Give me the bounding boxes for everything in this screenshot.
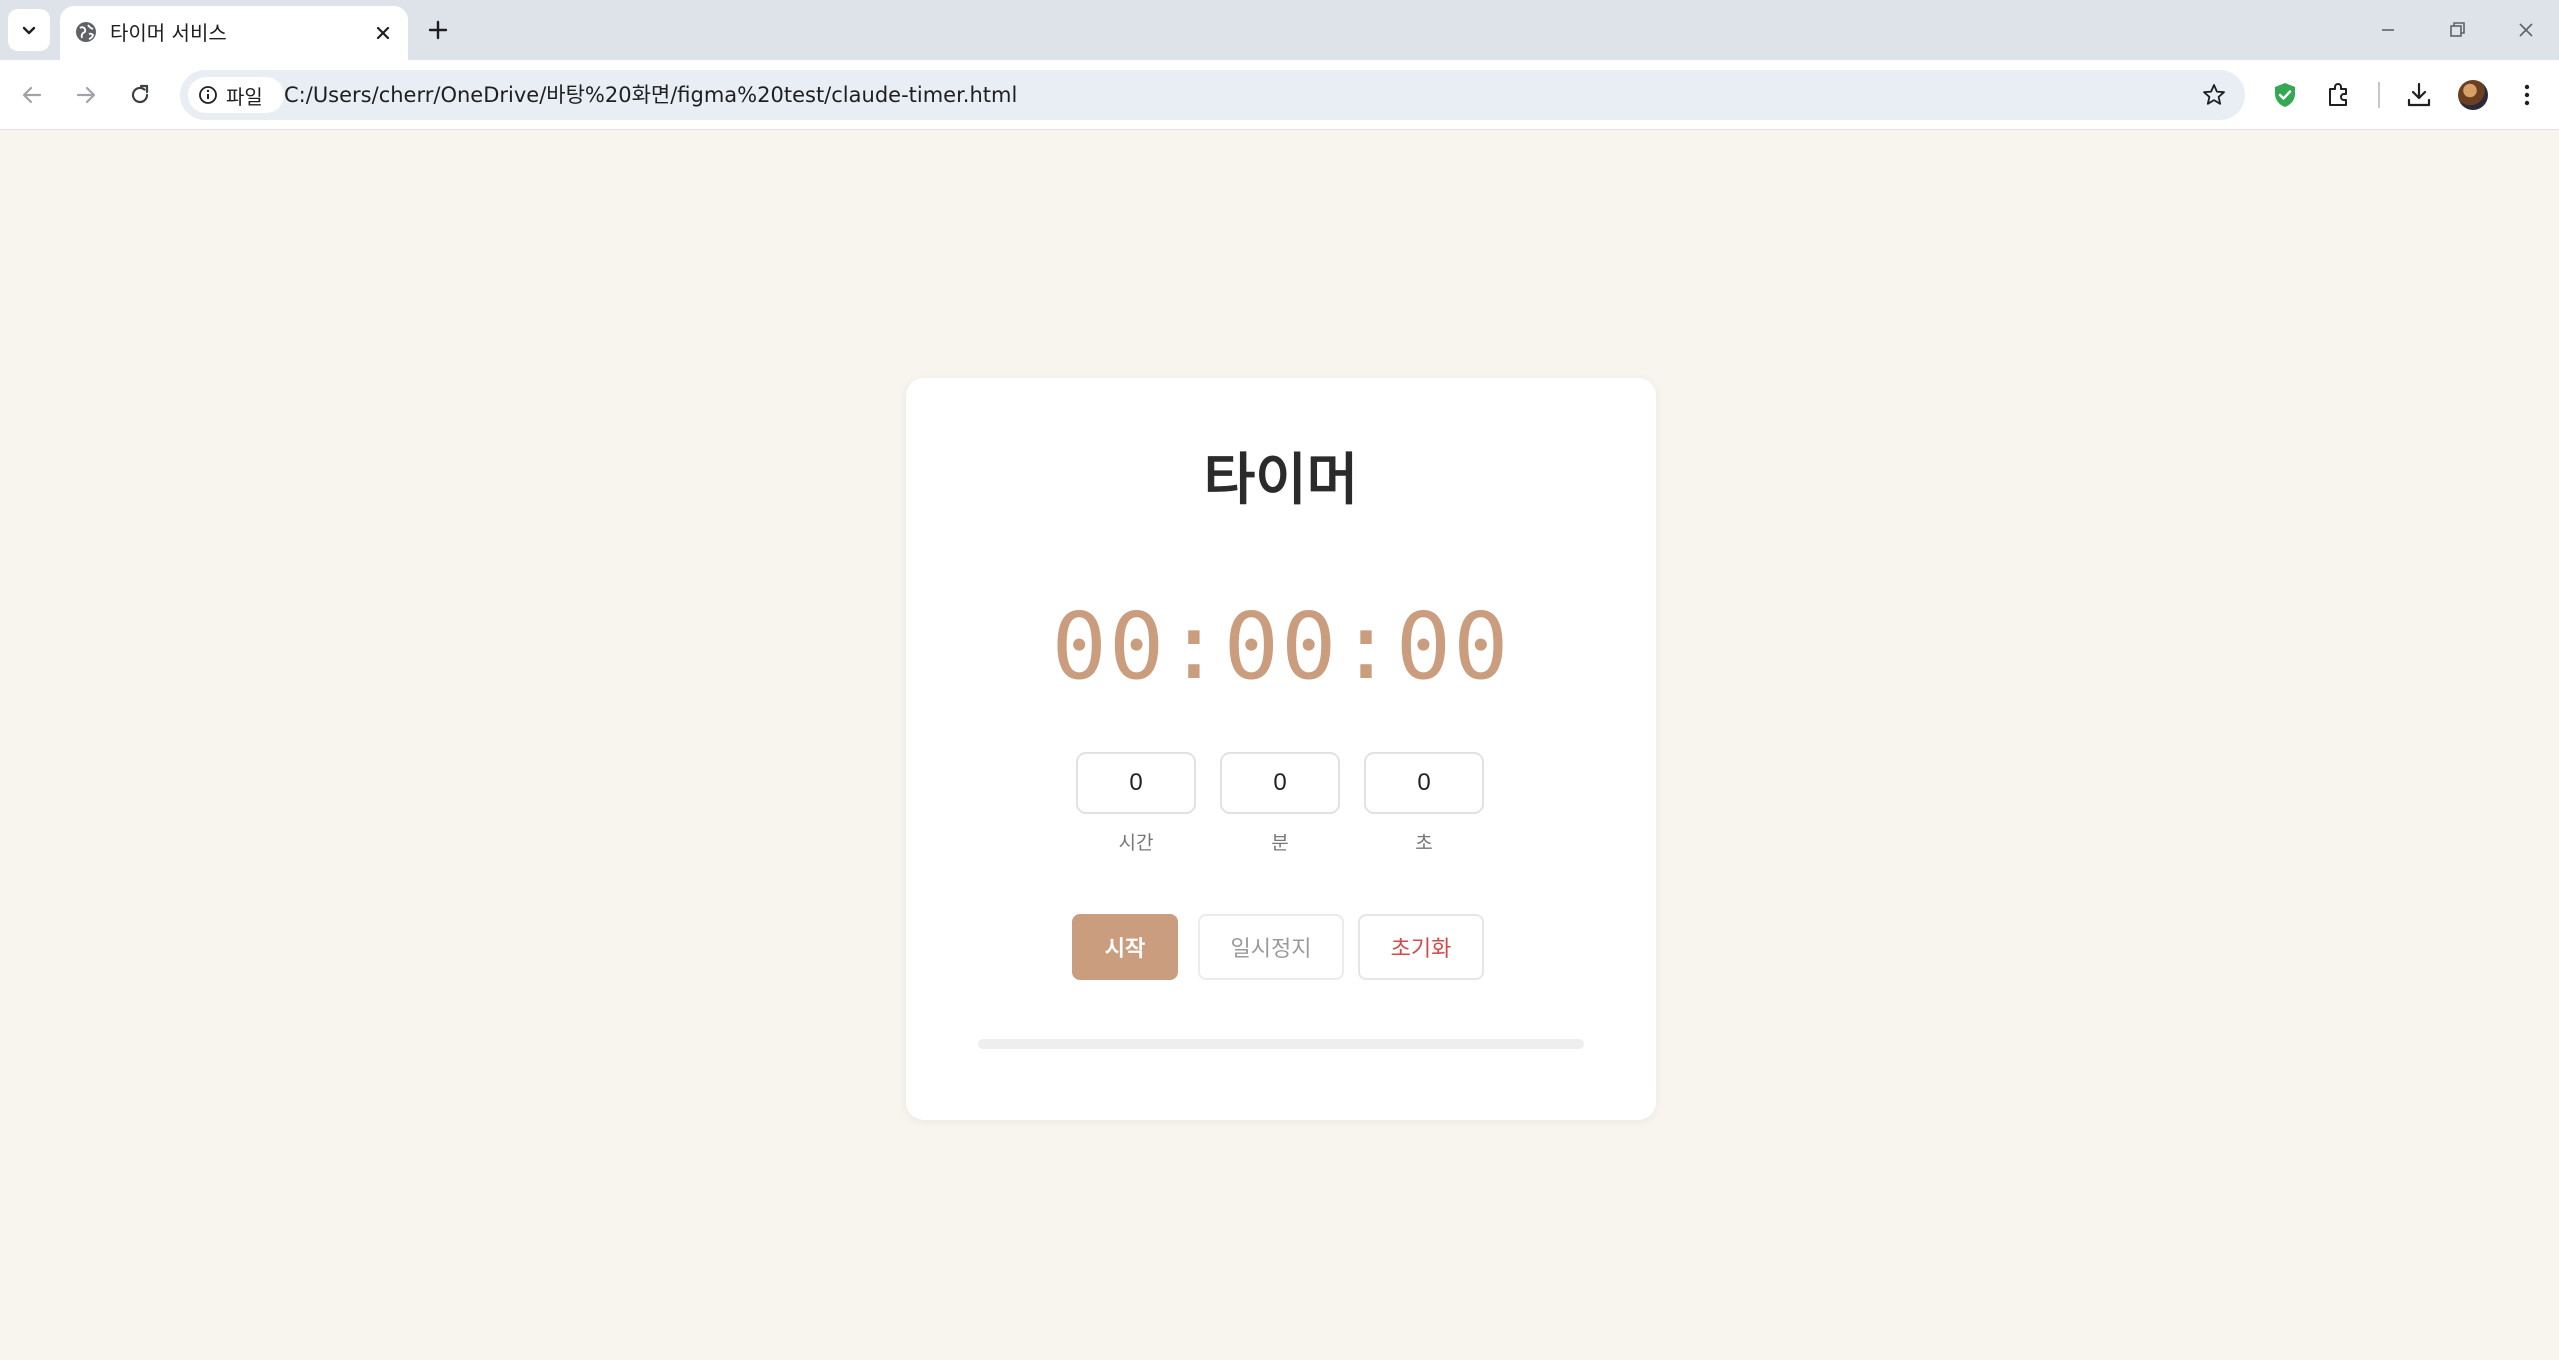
seconds-label: 초 [1415,832,1433,854]
window-close-icon[interactable] [2512,16,2540,44]
minutes-label: 분 [1271,832,1289,854]
restore-icon[interactable] [2443,16,2471,44]
reload-icon [131,84,149,104]
reset-button[interactable]: 초기화 [1358,914,1484,980]
tab-title: 타이머 서비스 [110,21,227,45]
forward-arrow-icon [76,86,96,104]
extensions-icon[interactable] [2324,80,2354,110]
browser-toolbar: 파일 C:/Users/cherr/OneDrive/바탕%20화면/figma… [0,60,2559,130]
hours-input[interactable] [1076,752,1196,814]
seconds-input[interactable] [1364,752,1484,814]
progress-bar [978,1039,1584,1049]
timer-controls: 시작 일시정지 초기화 [1072,914,1492,980]
menu-icon[interactable] [2512,80,2542,110]
minutes-field-group: 분 [1220,752,1340,855]
page-title: 타이머 [1203,448,1359,513]
shield-icon[interactable] [2270,80,2300,110]
site-info-chip[interactable]: 파일 [188,77,284,113]
start-button[interactable]: 시작 [1072,914,1178,980]
browser-tab[interactable]: 타이머 서비스 [60,6,408,60]
minutes-input[interactable] [1220,752,1340,814]
hours-label: 시간 [1118,832,1154,854]
timer-card: 타이머 00:00:00 시간 분 초 시작 일시정지 초기화 [906,378,1656,1120]
time-inputs: 시간 분 초 [1076,752,1486,862]
star-icon[interactable] [2201,82,2227,108]
toolbar-divider [2378,82,2380,108]
info-icon [199,86,217,104]
tab-strip: 타이머 서비스 [0,0,2559,60]
url-text[interactable]: C:/Users/cherr/OneDrive/바탕%20화면/figma%20… [284,82,1017,108]
address-bar[interactable]: 파일 C:/Users/cherr/OneDrive/바탕%20화면/figma… [180,70,2245,120]
pause-button[interactable]: 일시정지 [1198,914,1344,980]
seconds-field-group: 초 [1364,752,1484,855]
download-icon[interactable] [2404,80,2434,110]
minimize-icon[interactable] [2374,16,2402,44]
reload-button[interactable] [122,77,158,113]
hours-field-group: 시간 [1076,752,1196,855]
back-arrow-icon [22,86,42,104]
forward-button[interactable] [68,77,104,113]
globe-icon [76,22,96,42]
tab-search-button[interactable] [8,9,50,51]
plus-icon[interactable] [424,16,452,44]
profile-avatar[interactable] [2458,80,2488,110]
site-info-label: 파일 [226,84,263,109]
back-button[interactable] [14,77,50,113]
close-icon[interactable] [372,22,394,44]
timer-display: 00:00:00 [1051,593,1511,700]
chevron-down-icon [22,26,36,35]
